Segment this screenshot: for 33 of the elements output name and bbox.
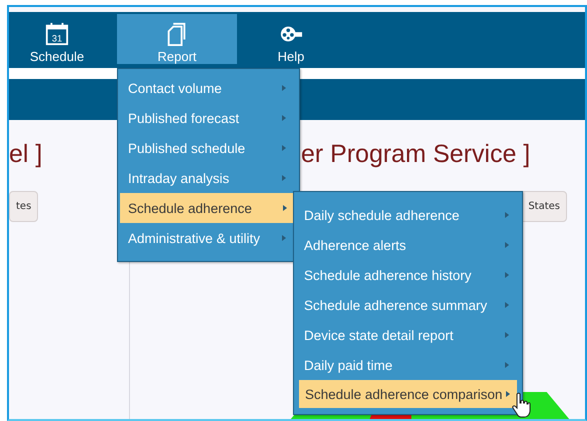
submenu-arrow-icon <box>283 205 287 211</box>
menu-item[interactable]: Published forecast <box>118 103 293 133</box>
calendar-icon: 31 <box>45 22 69 46</box>
hand-cursor-icon <box>511 392 531 418</box>
nav-tab[interactable]: 31 Schedule <box>9 12 105 68</box>
nav-tab[interactable]: Report <box>117 14 237 64</box>
submenu-arrow-icon <box>505 212 509 218</box>
menu-item[interactable]: Schedule adherence <box>120 193 294 223</box>
menu-item[interactable]: Administrative & utility <box>118 223 293 253</box>
submenu-arrow-icon <box>282 235 286 241</box>
nav-tab[interactable]: Help <box>241 12 341 68</box>
menu-item[interactable]: Device state detail report <box>294 320 516 350</box>
page-title: er Program Service ] <box>301 140 532 169</box>
submenu-arrow-icon <box>505 242 509 248</box>
submenu-arrow-icon <box>505 272 509 278</box>
submenu-arrow-icon <box>282 85 286 91</box>
menu-item[interactable]: Adherence alerts <box>294 230 516 260</box>
menu-item[interactable]: Schedule adherence summary <box>294 290 516 320</box>
submenu-arrow-icon <box>282 175 286 181</box>
submenu-arrow-icon <box>505 302 509 308</box>
submenu-arrow-icon <box>505 362 509 368</box>
menu-item[interactable]: Schedule adherence history <box>294 260 516 290</box>
cut-off-button[interactable]: tes <box>9 191 38 222</box>
menu-item[interactable]: Contact volume <box>118 73 293 103</box>
menu-item[interactable]: Schedule adherence comparison <box>299 380 517 408</box>
submenu-arrow-icon <box>282 145 286 151</box>
submenu-arrow-icon <box>282 115 286 121</box>
submenu-arrow-icon <box>505 332 509 338</box>
menu-item[interactable]: Intraday analysis <box>118 163 293 193</box>
submenu-arrow-icon <box>506 391 510 397</box>
menu-item[interactable]: Daily paid time <box>294 350 516 380</box>
menu-item[interactable]: Published schedule <box>118 133 293 163</box>
page-title: el ] <box>9 140 42 169</box>
